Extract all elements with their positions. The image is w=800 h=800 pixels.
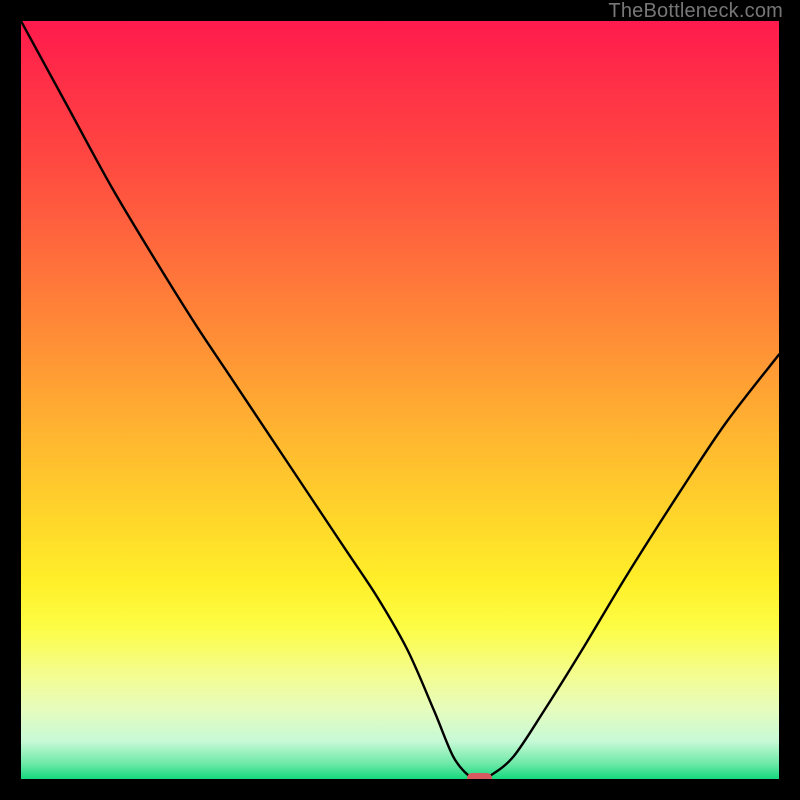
- chart-frame: TheBottleneck.com: [0, 0, 800, 800]
- plot-area: [21, 21, 779, 779]
- bottleneck-marker: [467, 773, 492, 779]
- watermark-text: TheBottleneck.com: [608, 0, 783, 23]
- bottleneck-curve: [21, 21, 779, 779]
